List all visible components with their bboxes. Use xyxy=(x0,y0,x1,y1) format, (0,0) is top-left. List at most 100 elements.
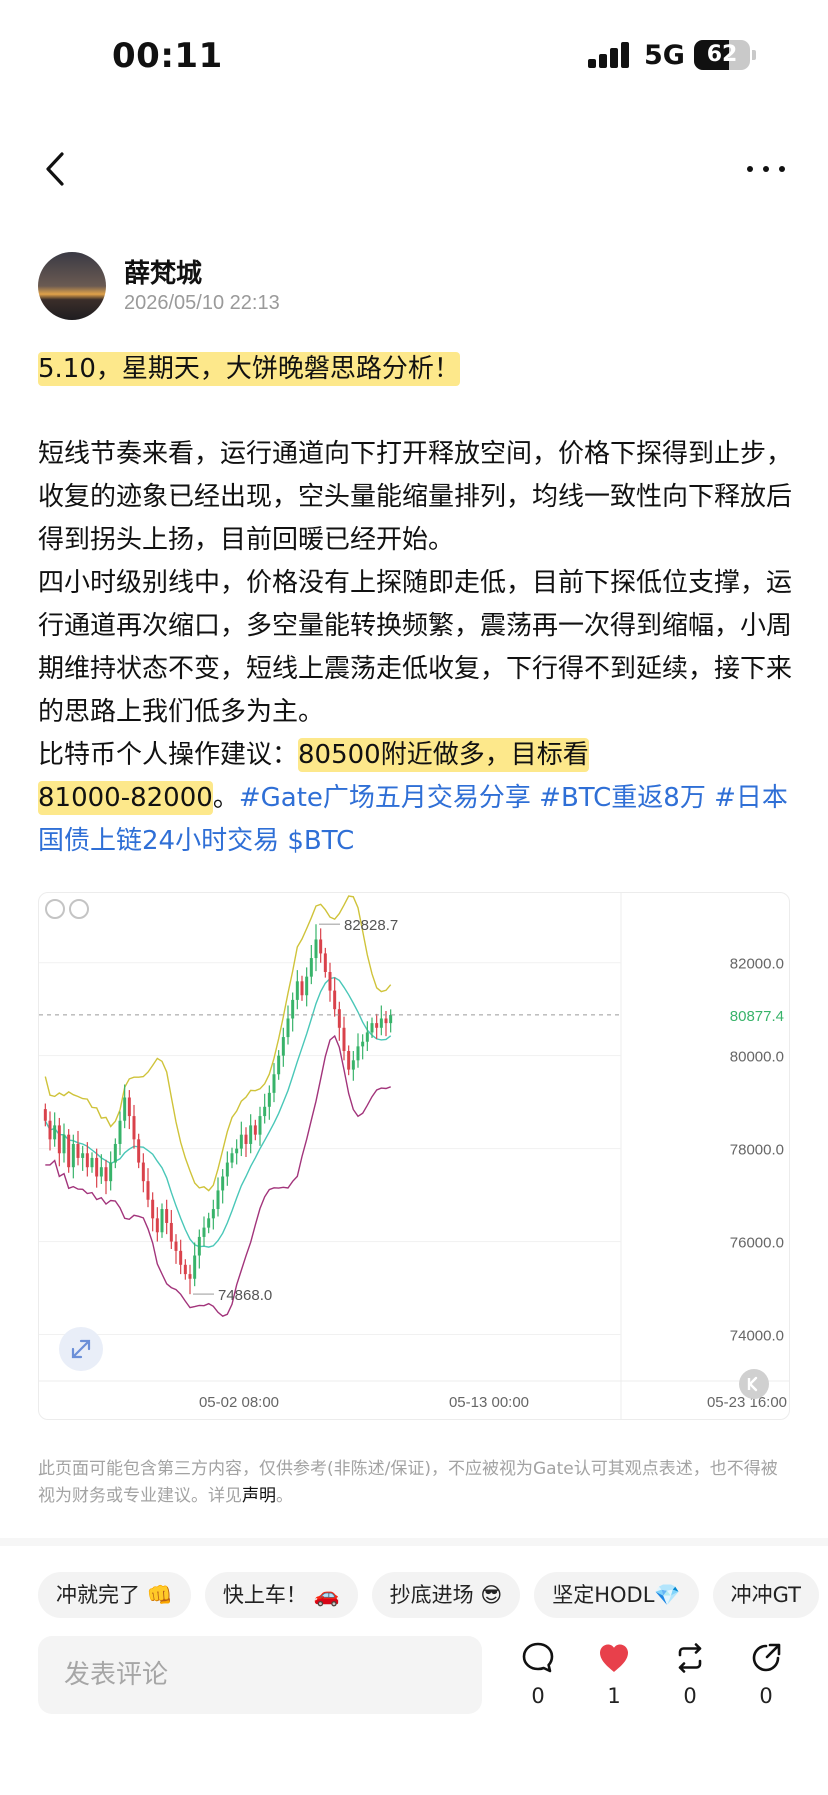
candle xyxy=(235,1148,239,1154)
advice-prefix: 比特币个人操作建议： xyxy=(38,740,299,770)
repost-button[interactable]: 0 xyxy=(660,1640,720,1716)
candle xyxy=(225,1162,229,1177)
candle xyxy=(319,939,323,954)
reset-icon xyxy=(747,1376,758,1392)
comment-icon xyxy=(522,1642,554,1673)
y-tick-label: 76000.0 xyxy=(730,1235,784,1252)
candle xyxy=(90,1157,94,1168)
candle xyxy=(365,1032,369,1042)
chart-reset-button[interactable] xyxy=(739,1369,769,1399)
candle xyxy=(333,990,337,1010)
candle xyxy=(314,939,318,959)
candle xyxy=(342,1027,346,1052)
chart-settings-icon[interactable] xyxy=(69,899,89,919)
hashtag-gate-may[interactable]: #Gate广场五月交易分享 xyxy=(239,783,531,813)
candle xyxy=(295,981,299,1000)
candle xyxy=(67,1134,71,1168)
candle xyxy=(239,1134,243,1149)
candle xyxy=(62,1134,66,1154)
reaction-chip[interactable]: 快上车！ 🚗 xyxy=(204,1572,358,1618)
ticker-btc[interactable]: $BTC xyxy=(287,826,354,856)
candle xyxy=(356,1046,360,1061)
candlestick-chart: 82000.0 80000.0 78000.0 76000.0 74000.0 05-02… xyxy=(39,893,789,1419)
candle xyxy=(53,1125,57,1140)
share-button[interactable]: 0 xyxy=(736,1640,796,1716)
candle xyxy=(127,1097,131,1117)
share-icon xyxy=(752,1643,781,1672)
candle xyxy=(267,1092,271,1107)
more-dots-icon xyxy=(747,166,785,172)
candle xyxy=(361,1041,365,1047)
candle xyxy=(221,1176,225,1191)
author-name[interactable]: 薛梵城 xyxy=(124,253,202,290)
candle xyxy=(253,1125,257,1135)
like-button[interactable]: 1 xyxy=(584,1640,644,1716)
candle xyxy=(109,1162,113,1182)
expand-icon xyxy=(71,1339,91,1359)
chart-indicator-icon[interactable] xyxy=(45,899,65,919)
reaction-chip[interactable]: 冲冲GT xyxy=(712,1572,819,1618)
candle xyxy=(197,1236,201,1256)
network-type: 5G xyxy=(644,40,685,71)
candle xyxy=(211,1209,215,1219)
candle xyxy=(291,999,295,1019)
signal-icon xyxy=(588,42,630,68)
candle xyxy=(85,1153,89,1168)
more-button[interactable] xyxy=(744,148,788,190)
comment-button[interactable]: 0 xyxy=(508,1640,568,1716)
back-button[interactable] xyxy=(38,148,72,190)
candle xyxy=(216,1190,220,1210)
comment-input[interactable] xyxy=(38,1636,482,1714)
x-tick-label: 05-02 08:00 xyxy=(199,1394,279,1411)
expand-chart-button[interactable] xyxy=(59,1327,103,1371)
candle xyxy=(141,1162,145,1182)
post-body: 短线节奏来看，运行通道向下打开释放空间，价格下探得到止步，收复的迹象已经出现，空… xyxy=(38,433,794,863)
candle xyxy=(249,1125,253,1144)
candle xyxy=(244,1134,248,1144)
repost-count: 0 xyxy=(683,1684,697,1708)
avatar[interactable] xyxy=(38,252,106,320)
post-advice: 比特币个人操作建议：80500附近做多，目标看 81000-82000。#Gate… xyxy=(38,734,794,863)
reaction-chip[interactable]: 抄底进场 😎 xyxy=(371,1572,521,1618)
advice-highlight-target: 81000-82000 xyxy=(38,781,213,815)
candle xyxy=(169,1222,173,1242)
like-count: 1 xyxy=(607,1684,621,1708)
hashtag-btc-80k[interactable]: #BTC重返8万 xyxy=(539,783,706,813)
advice-end: 。 xyxy=(212,783,239,813)
candle xyxy=(57,1125,61,1154)
candle xyxy=(155,1218,159,1233)
divider xyxy=(0,1538,828,1546)
candle xyxy=(281,1037,285,1056)
candle xyxy=(384,1018,388,1024)
candle xyxy=(263,1106,267,1117)
candle xyxy=(347,1051,351,1070)
price-chart[interactable]: 82000.0 80000.0 78000.0 76000.0 74000.0 05-02… xyxy=(38,892,790,1420)
candle xyxy=(207,1218,211,1228)
candle xyxy=(337,1009,341,1028)
chevron-left-icon xyxy=(46,152,64,186)
candle xyxy=(328,972,332,991)
post-title: 5.10，星期天，大饼晚磐思路分析！ xyxy=(38,348,794,391)
candle xyxy=(370,1023,374,1033)
advice-highlight-entry: 80500附近做多，目标看 xyxy=(298,738,589,772)
y-tick-label: 74000.0 xyxy=(730,1328,784,1345)
candle xyxy=(179,1250,183,1265)
candle xyxy=(137,1139,141,1163)
upper-band-line xyxy=(44,895,392,1192)
high-price-label: 82828.7 xyxy=(344,917,398,934)
candle xyxy=(389,1014,393,1024)
candle xyxy=(323,953,327,973)
candle xyxy=(300,981,304,996)
disclaimer: 此页面可能包含第三方内容，仅供参考(非陈述/保证)，不应被视为Gate认可其观点… xyxy=(38,1456,790,1510)
status-bar: 00:11 5G 62 xyxy=(0,0,828,110)
disclaimer-link[interactable]: 声明 xyxy=(242,1486,276,1506)
candle xyxy=(277,1055,281,1075)
reaction-chip[interactable]: 坚定HODL💎 xyxy=(534,1572,699,1618)
reaction-chip[interactable]: 冲就完了 👊 xyxy=(38,1572,191,1618)
candle xyxy=(76,1143,80,1158)
candle xyxy=(183,1264,187,1275)
status-time: 00:11 xyxy=(112,36,223,76)
candle xyxy=(132,1116,136,1140)
candle xyxy=(351,1060,355,1070)
battery-level: 62 xyxy=(706,42,738,67)
